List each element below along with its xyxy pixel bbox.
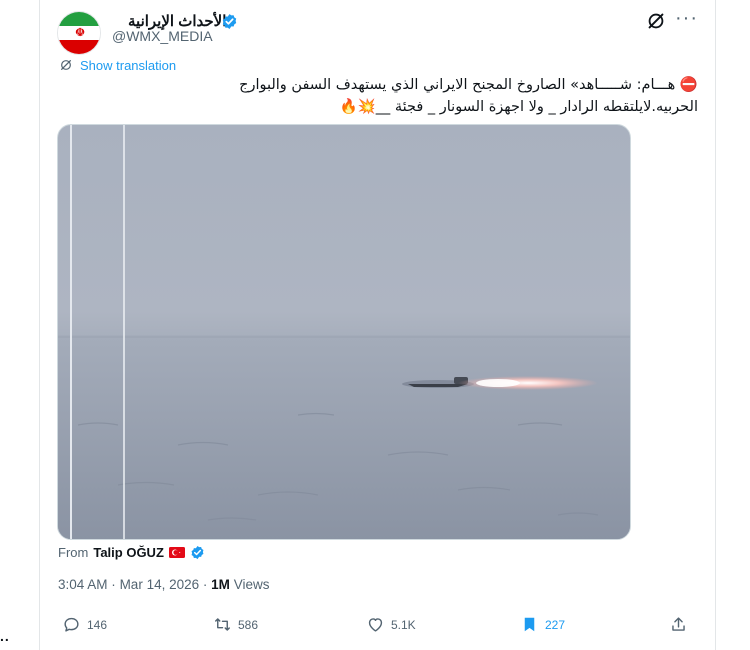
more-options-icon[interactable]: ··· xyxy=(675,8,699,32)
video-attribution: From Talip OĞUZ xyxy=(58,545,205,560)
meta-separator: · xyxy=(111,577,116,592)
action-bar: 146 586 5.1K 227 xyxy=(58,615,698,639)
tweet-text: ⛔ هـــام: شـــــاهد» الصاروخ المجنح الاي… xyxy=(58,74,698,118)
tweet-date[interactable]: Mar 14, 2026 xyxy=(120,577,200,592)
tweet-meta: 3:04 AM · Mar 14, 2026 · 1M Views xyxy=(58,577,269,592)
repost-icon xyxy=(215,618,230,631)
attribution-prefix: From xyxy=(58,545,89,560)
avatar[interactable]: ☫ xyxy=(57,11,101,55)
reply-icon xyxy=(64,617,79,632)
bookmark-icon xyxy=(524,617,535,632)
attribution-author-link[interactable]: Talip OĞUZ xyxy=(93,545,164,560)
views-count: 1M xyxy=(211,577,230,592)
turkey-flag-icon xyxy=(168,547,185,558)
video-player[interactable] xyxy=(57,124,631,540)
repost-button[interactable]: 586 xyxy=(213,615,258,634)
handle[interactable]: @WMX_MEDIA xyxy=(112,28,213,44)
tweet-text-line-2: الحربيه.لايلتقطه الرادار _ ولا اجهزة الس… xyxy=(339,99,698,115)
show-translation-label[interactable]: Show translation xyxy=(80,58,176,73)
meta-separator-2: · xyxy=(202,577,208,592)
grok-icon[interactable] xyxy=(645,10,667,32)
repost-count: 586 xyxy=(238,617,259,632)
iran-emblem-icon: ☫ xyxy=(75,27,85,39)
attribution-verified-badge-icon xyxy=(191,545,204,560)
like-button[interactable]: 5.1K xyxy=(366,615,416,634)
bookmark-button[interactable]: 227 xyxy=(520,615,565,634)
tweet-text-line-1: ⛔ هـــام: شـــــاهد» الصاروخ المجنح الاي… xyxy=(239,77,698,93)
show-translation-link[interactable]: Show translation xyxy=(58,56,176,74)
verified-badge-icon xyxy=(222,14,237,29)
tweet-time[interactable]: 3:04 AM xyxy=(58,577,108,592)
bookmark-count: 227 xyxy=(545,617,566,632)
reply-count: 146 xyxy=(87,617,108,632)
share-icon xyxy=(672,617,685,631)
video-frame xyxy=(58,125,630,539)
views-label: Views xyxy=(233,577,270,592)
share-button[interactable] xyxy=(669,615,688,634)
grok-translate-icon xyxy=(61,60,71,70)
timeline-border-left xyxy=(39,0,40,650)
like-count: 5.1K xyxy=(391,617,416,632)
reply-button[interactable]: 146 xyxy=(62,615,107,634)
side-ellipsis: .. xyxy=(0,628,10,644)
timeline-border-right xyxy=(715,0,716,650)
heart-icon xyxy=(368,618,383,632)
